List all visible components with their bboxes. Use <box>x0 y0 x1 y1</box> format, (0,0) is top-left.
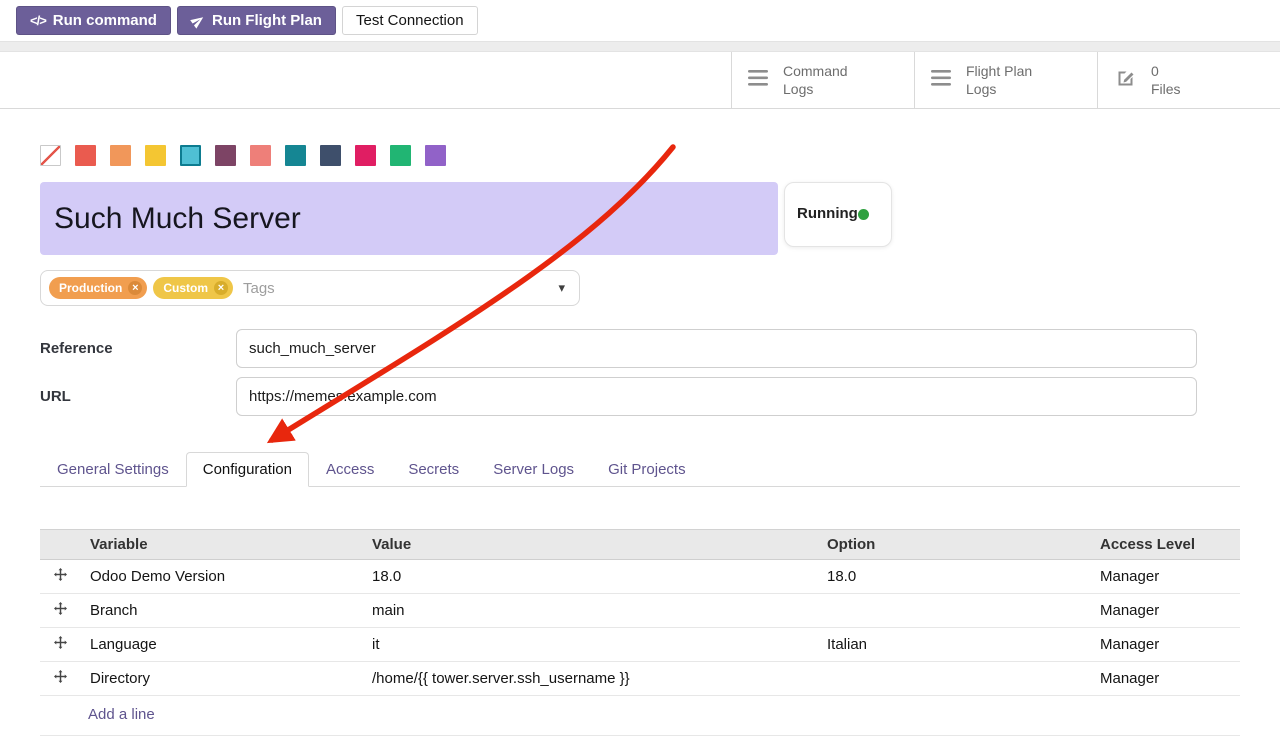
option-cell[interactable] <box>817 662 1090 696</box>
access-level-cell[interactable]: Manager <box>1090 560 1240 594</box>
table-row: Branch main Manager <box>40 594 1240 628</box>
server-name-input[interactable] <box>40 182 778 255</box>
color-swatch-red[interactable] <box>75 145 96 166</box>
column-header-variable: Variable <box>80 530 362 560</box>
tag-custom[interactable]: Custom × <box>153 277 233 299</box>
drag-handle-icon[interactable] <box>40 662 80 696</box>
reference-label: Reference <box>40 340 236 357</box>
list-icon <box>748 70 770 90</box>
url-label: URL <box>40 388 236 405</box>
notebook-tabs: General Settings Configuration Access Se… <box>40 452 1240 487</box>
tab-server-logs[interactable]: Server Logs <box>476 452 591 487</box>
status-header: CommandLogs Flight PlanLogs 0Files <box>0 52 1280 109</box>
color-swatch-teal[interactable] <box>285 145 306 166</box>
caret-down-icon[interactable]: ▾ <box>558 280 565 296</box>
color-swatch-navy[interactable] <box>320 145 341 166</box>
variable-cell[interactable]: Branch <box>80 594 362 628</box>
tag-remove-icon[interactable]: × <box>214 281 228 295</box>
access-level-cell[interactable]: Manager <box>1090 594 1240 628</box>
tab-access[interactable]: Access <box>309 452 391 487</box>
table-row: Odoo Demo Version 18.0 18.0 Manager <box>40 560 1240 594</box>
main-content: Running Production × Custom × Tags ▾ Ref… <box>0 145 1280 736</box>
run-flight-plan-label: Run Flight Plan <box>212 12 322 29</box>
test-connection-button[interactable]: Test Connection <box>342 6 478 35</box>
value-cell[interactable]: it <box>362 628 817 662</box>
value-cell[interactable]: /home/{{ tower.server.ssh_username }} <box>362 662 817 696</box>
tab-secrets[interactable]: Secrets <box>391 452 476 487</box>
color-swatch-salmon[interactable] <box>250 145 271 166</box>
option-cell[interactable] <box>817 594 1090 628</box>
color-palette <box>40 145 1240 166</box>
tags-placeholder: Tags <box>243 280 275 297</box>
variable-cell[interactable]: Language <box>80 628 362 662</box>
files-label: 0Files <box>1151 62 1181 98</box>
drag-handle-icon[interactable] <box>40 628 80 662</box>
title-row: Running <box>40 182 1240 255</box>
access-level-cell[interactable]: Manager <box>1090 662 1240 696</box>
tags-input[interactable]: Production × Custom × Tags ▾ <box>40 270 580 306</box>
column-header-option: Option <box>817 530 1090 560</box>
option-cell[interactable]: 18.0 <box>817 560 1090 594</box>
status-label: Running <box>797 205 849 224</box>
status-badge[interactable]: Running <box>784 182 892 247</box>
color-swatch-cyan[interactable] <box>180 145 201 166</box>
value-cell[interactable]: 18.0 <box>362 560 817 594</box>
files-button[interactable]: 0Files <box>1097 52 1280 108</box>
paper-plane-icon <box>191 14 205 28</box>
tab-git-projects[interactable]: Git Projects <box>591 452 703 487</box>
tag-label: Production <box>59 281 122 295</box>
status-dot-icon <box>858 209 869 220</box>
reference-row: Reference <box>40 329 1197 368</box>
color-swatch-yellow[interactable] <box>145 145 166 166</box>
column-header-access-level: Access Level <box>1090 530 1240 560</box>
drag-handle-icon[interactable] <box>40 594 80 628</box>
run-command-button[interactable]: </> Run command <box>16 6 171 35</box>
form-fields: Reference URL <box>40 329 1197 416</box>
add-line-row: Add a line <box>40 696 1240 736</box>
table-row: Directory /home/{{ tower.server.ssh_user… <box>40 662 1240 696</box>
handle-column-header <box>40 530 80 560</box>
option-cell[interactable]: Italian <box>817 628 1090 662</box>
add-line-button[interactable]: Add a line <box>40 696 1240 736</box>
separator-strip <box>0 41 1280 52</box>
tag-remove-icon[interactable]: × <box>128 281 142 295</box>
url-row: URL <box>40 377 1197 416</box>
drag-handle-icon[interactable] <box>40 560 80 594</box>
command-logs-label: CommandLogs <box>783 62 848 98</box>
color-swatch-none[interactable] <box>40 145 61 166</box>
tab-configuration[interactable]: Configuration <box>186 452 309 487</box>
list-icon <box>931 70 953 90</box>
tab-general-settings[interactable]: General Settings <box>40 452 186 487</box>
table-row: Language it Italian Manager <box>40 628 1240 662</box>
flight-plan-logs-label: Flight PlanLogs <box>966 62 1032 98</box>
color-swatch-magenta[interactable] <box>355 145 376 166</box>
value-cell[interactable]: main <box>362 594 817 628</box>
reference-input[interactable] <box>236 329 1197 368</box>
color-swatch-orange[interactable] <box>110 145 131 166</box>
tag-production[interactable]: Production × <box>49 277 147 299</box>
edit-icon <box>1114 67 1138 93</box>
flight-plan-logs-button[interactable]: Flight PlanLogs <box>914 52 1097 108</box>
variable-cell[interactable]: Odoo Demo Version <box>80 560 362 594</box>
column-header-value: Value <box>362 530 817 560</box>
color-swatch-plum[interactable] <box>215 145 236 166</box>
color-swatch-green[interactable] <box>390 145 411 166</box>
run-command-label: Run command <box>53 12 157 29</box>
tag-label: Custom <box>163 281 208 295</box>
command-logs-button[interactable]: CommandLogs <box>731 52 914 108</box>
code-icon: </> <box>30 13 46 28</box>
variable-cell[interactable]: Directory <box>80 662 362 696</box>
url-input[interactable] <box>236 377 1197 416</box>
top-toolbar: </> Run command Run Flight Plan Test Con… <box>0 0 1280 41</box>
color-swatch-violet[interactable] <box>425 145 446 166</box>
access-level-cell[interactable]: Manager <box>1090 628 1240 662</box>
table-header-row: Variable Value Option Access Level <box>40 530 1240 560</box>
run-flight-plan-button[interactable]: Run Flight Plan <box>177 6 336 35</box>
configuration-table: Variable Value Option Access Level Odoo … <box>40 529 1240 736</box>
